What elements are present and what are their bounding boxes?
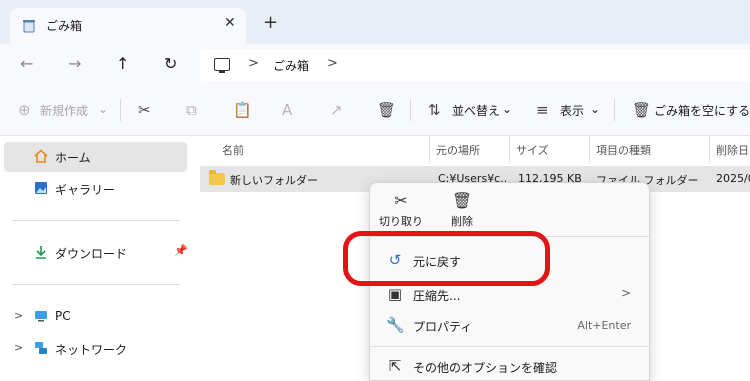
cut-icon[interactable]: ✂ <box>138 101 151 119</box>
trash-icon: 🗑 <box>451 191 473 210</box>
computer-icon <box>214 58 230 73</box>
back-button[interactable]: ← <box>20 54 33 73</box>
paste-icon[interactable]: 📋 <box>233 101 252 119</box>
cut-icon: ✂ <box>394 191 408 210</box>
share-icon[interactable]: ↗ <box>330 101 343 119</box>
sort-button[interactable]: 並べ替え <box>452 102 500 119</box>
sidebar-item-label: ネットワーク <box>55 343 128 357</box>
home-icon <box>34 149 48 163</box>
forward-button[interactable]: → <box>68 54 81 73</box>
more-options-icon: ⇱ <box>388 357 402 375</box>
pin-icon[interactable]: 📌 <box>174 244 188 257</box>
chevron-right-icon: > <box>620 286 631 300</box>
navigation-bar: ← → ↑ ↻ > ごみ箱 > <box>0 44 750 86</box>
shortcut-label: Alt+Enter <box>577 319 631 332</box>
column-header-type[interactable]: 項目の種類 <box>590 136 710 162</box>
column-header-name[interactable]: 名前 <box>216 136 430 162</box>
divider <box>12 220 180 221</box>
chevron-right-icon[interactable]: > <box>327 56 338 71</box>
up-button[interactable]: ↑ <box>116 54 129 73</box>
delete-icon[interactable]: 🗑 <box>377 101 396 119</box>
close-tab-icon[interactable]: ✕ <box>224 15 236 31</box>
cut-menu-button[interactable]: ✂ 切り取り <box>376 191 426 229</box>
gallery-icon <box>35 182 47 194</box>
download-icon <box>36 246 46 259</box>
pc-icon <box>35 311 47 322</box>
address-bar[interactable]: > ごみ箱 > <box>200 49 750 81</box>
column-header-deleted[interactable]: 削除日 <box>710 136 750 162</box>
tab-bar: ごみ箱 ✕ + <box>0 0 750 44</box>
network-icon <box>35 342 47 354</box>
empty-recycle-bin-icon: 🗑 <box>632 101 652 119</box>
sidebar-item-label: ギャラリー <box>55 183 116 197</box>
sidebar-item-downloads[interactable]: ダウンロード 📌 <box>4 238 188 268</box>
deleted-date: 2025/0 <box>716 172 750 185</box>
chevron-right-icon[interactable]: > <box>14 309 23 322</box>
breadcrumb-recycle-bin[interactable]: ごみ箱 <box>273 57 309 74</box>
sidebar-item-gallery[interactable]: ギャラリー <box>4 174 187 204</box>
navigation-pane: ホーム ギャラリー ダウンロード 📌 > PC > ネットワーク <box>0 136 195 381</box>
cut-label: 切り取り <box>379 215 423 228</box>
command-bar: ⊕ 新規作成 ⌄ ✂ ⧉ 📋 A ↗ 🗑 ⇅ 並べ替え ⌄ ≡ 表示 ⌄ 🗑 ご… <box>0 86 750 136</box>
sidebar-item-label: ホーム <box>55 151 91 165</box>
sidebar-item-home[interactable]: ホーム <box>4 142 187 172</box>
menu-divider <box>370 346 649 347</box>
divider <box>614 99 615 121</box>
sidebar-item-label: PC <box>55 309 71 323</box>
plus-circle-icon: ⊕ <box>18 101 31 119</box>
divider <box>12 284 180 285</box>
tab-recycle-bin[interactable]: ごみ箱 ✕ <box>10 8 246 44</box>
sidebar-item-network[interactable]: > ネットワーク <box>4 334 187 364</box>
menu-item-label: プロパティ <box>413 320 473 334</box>
chevron-right-icon[interactable]: > <box>14 341 23 354</box>
menu-item-more-options[interactable]: ⇱ その他のオプションを確認 <box>374 351 645 381</box>
annotation-highlight-ring <box>343 231 550 286</box>
compress-icon: ▣ <box>387 285 403 303</box>
wrench-icon: 🔧 <box>386 316 405 334</box>
menu-item-label: その他のオプションを確認 <box>413 361 558 375</box>
column-header-original-location[interactable]: 元の場所 <box>430 136 510 162</box>
menu-item-label: 圧縮先... <box>413 289 461 303</box>
column-header-size[interactable]: サイズ <box>510 136 590 162</box>
recycle-bin-icon <box>23 20 35 33</box>
divider <box>410 99 411 121</box>
file-name: 新しいフォルダー <box>230 174 318 187</box>
delete-menu-button[interactable]: 🗑 削除 <box>437 191 487 229</box>
view-icon: ≡ <box>536 101 549 119</box>
refresh-button[interactable]: ↻ <box>164 54 177 73</box>
folder-icon <box>209 170 225 185</box>
rename-icon[interactable]: A <box>282 101 292 119</box>
copy-icon[interactable]: ⧉ <box>186 101 197 119</box>
sort-icon: ⇅ <box>428 101 441 119</box>
tab-title: ごみ箱 <box>46 19 83 33</box>
divider <box>120 99 121 121</box>
sidebar-item-pc[interactable]: > PC <box>4 302 187 332</box>
sidebar-item-label: ダウンロード <box>55 247 128 261</box>
new-tab-button[interactable]: + <box>263 12 278 33</box>
chevron-right-icon[interactable]: > <box>248 56 259 71</box>
sort-chevron-icon: ⌄ <box>502 102 513 116</box>
menu-item-properties[interactable]: 🔧 プロパティ Alt+Enter <box>374 310 645 340</box>
view-button[interactable]: 表示 <box>560 102 584 119</box>
view-chevron-icon: ⌄ <box>590 102 601 116</box>
new-button[interactable]: 新規作成 <box>40 102 88 119</box>
empty-recycle-bin-button[interactable]: ごみ箱を空にする <box>654 102 750 119</box>
delete-label: 削除 <box>451 215 473 228</box>
new-chevron-icon: ⌄ <box>98 102 109 116</box>
